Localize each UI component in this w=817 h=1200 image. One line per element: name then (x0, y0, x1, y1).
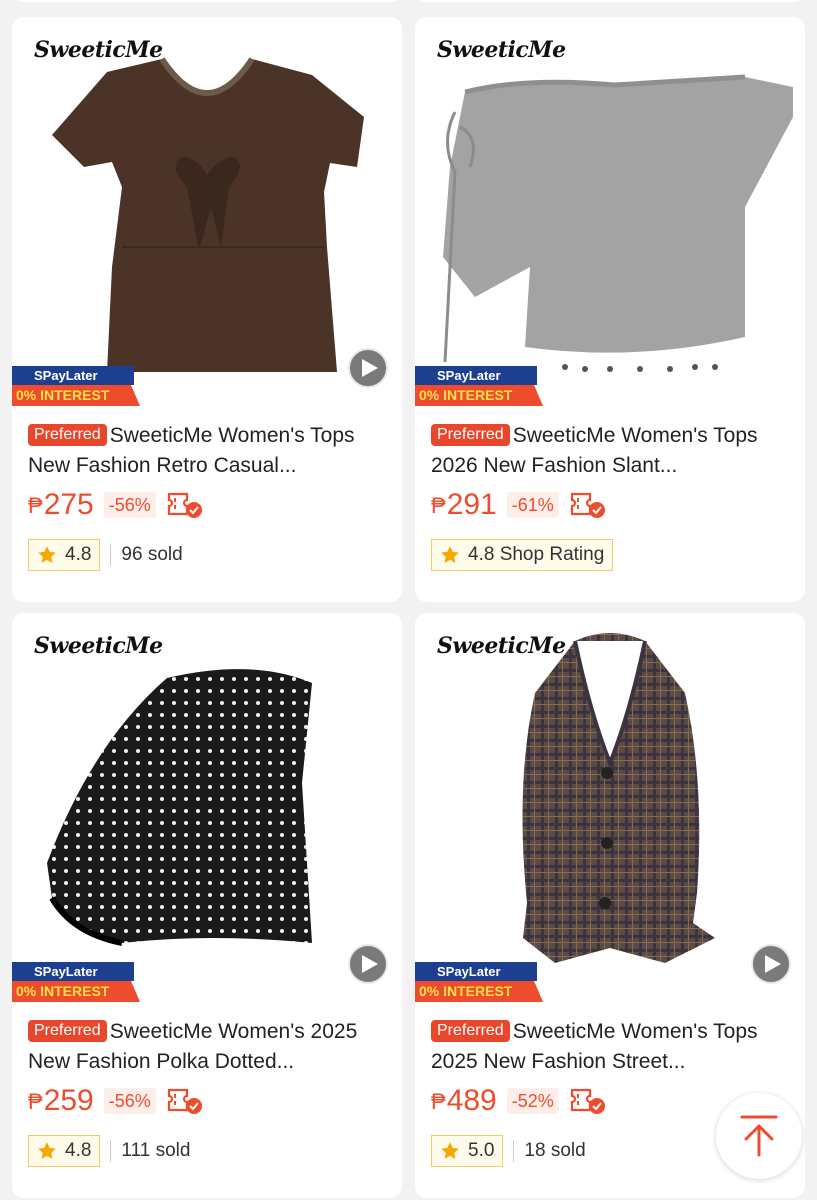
sold-count: 96 sold (121, 544, 183, 565)
preferred-badge: Preferred (28, 1020, 107, 1042)
sold-count: 18 sold (524, 1140, 586, 1161)
brand-logo: SweeticMe (437, 633, 566, 659)
discount-badge: -56% (103, 492, 156, 518)
brand-logo: SweeticMe (34, 633, 163, 659)
rating-value: 5.0 (468, 1140, 495, 1161)
divider (110, 544, 112, 566)
product-title[interactable]: Preferred SweeticMe Women's Tops 2026 New… (431, 421, 789, 481)
interest-label: 0% INTEREST (415, 981, 543, 1002)
product-card[interactable]: SweeticMe SPayLater 0% INTEREST Preferre… (12, 613, 402, 1198)
discount-badge: -52% (506, 1088, 559, 1114)
divider (110, 1140, 112, 1162)
spaylater-label: SPayLater (415, 962, 537, 981)
rating-badge: 4.8 (28, 1135, 101, 1167)
voucher-icon (570, 492, 605, 518)
spaylater-label: SPayLater (12, 366, 134, 385)
arrow-up-icon (740, 1115, 778, 1157)
plaid-halter-vest-image (522, 633, 715, 963)
rating-value: 4.8 (65, 1140, 92, 1161)
brand-logo: SweeticMe (34, 37, 163, 63)
brand-logo: SweeticMe (437, 37, 566, 63)
product-price: 259 (43, 1084, 94, 1117)
voucher-icon (167, 1088, 202, 1114)
star-icon (38, 546, 56, 563)
play-icon (764, 955, 781, 973)
rating-badge: 5.0 (431, 1135, 504, 1167)
spaylater-badge: SPayLater 0% INTEREST (415, 962, 543, 1002)
previous-card-bottom (12, 0, 402, 2)
spaylater-badge: SPayLater 0% INTEREST (12, 962, 140, 1002)
star-icon (441, 1142, 459, 1159)
spaylater-label: SPayLater (415, 366, 537, 385)
play-video-button[interactable] (348, 348, 388, 388)
star-icon (441, 546, 459, 563)
shop-rating-badge: 4.8 Shop Rating (431, 539, 614, 571)
voucher-icon (570, 1088, 605, 1114)
gray-asymmetric-top-image (443, 74, 793, 372)
rating-value: 4.8 Shop Rating (468, 544, 605, 565)
discount-badge: -56% (103, 1088, 156, 1114)
star-icon (38, 1142, 56, 1159)
interest-label: 0% INTEREST (12, 385, 140, 406)
discount-badge: -61% (506, 492, 559, 518)
play-icon (361, 955, 378, 973)
previous-card-bottom (415, 0, 805, 2)
preferred-badge: Preferred (431, 424, 510, 446)
product-image[interactable]: SweeticMe SPayLater 0% INTEREST (12, 613, 402, 1003)
product-title[interactable]: Preferred SweeticMe Women's Tops 2025 New… (431, 1017, 789, 1077)
play-video-button[interactable] (348, 944, 388, 984)
currency-symbol: ₱ (28, 493, 43, 518)
interest-label: 0% INTEREST (415, 385, 543, 406)
product-image[interactable]: SweeticMe SPayLater 0% INTEREST (415, 17, 805, 407)
product-image[interactable]: SweeticMe SPayLater 0% INTEREST (415, 613, 805, 1003)
preferred-badge: Preferred (431, 1020, 510, 1042)
rating-badge: 4.8 (28, 539, 101, 571)
back-to-top-button[interactable] (716, 1093, 802, 1179)
product-image[interactable]: SweeticMe SPayLater 0% INTEREST (12, 17, 402, 407)
sold-count: 111 sold (121, 1140, 191, 1161)
product-price: 275 (43, 488, 94, 521)
interest-label: 0% INTEREST (12, 981, 140, 1002)
voucher-icon (167, 492, 202, 518)
divider (513, 1140, 515, 1162)
spaylater-badge: SPayLater 0% INTEREST (415, 366, 543, 406)
product-price: 291 (446, 488, 497, 521)
currency-symbol: ₱ (431, 493, 446, 518)
spaylater-label: SPayLater (12, 962, 134, 981)
currency-symbol: ₱ (431, 1089, 446, 1114)
brown-tshirt-image (52, 57, 364, 372)
play-icon (361, 359, 378, 377)
polka-dot-top-image (47, 669, 312, 946)
preferred-badge: Preferred (28, 424, 107, 446)
product-price: 489 (446, 1084, 497, 1117)
product-card[interactable]: SweeticMe SPayLater 0% INTEREST Preferre… (415, 17, 805, 602)
product-card[interactable]: SweeticMe SPayLater 0% INTEREST Preferre… (12, 17, 402, 602)
rating-value: 4.8 (65, 544, 92, 565)
product-title[interactable]: Preferred SweeticMe Women's 2025 New Fash… (28, 1017, 386, 1077)
currency-symbol: ₱ (28, 1089, 43, 1114)
play-video-button[interactable] (751, 944, 791, 984)
spaylater-badge: SPayLater 0% INTEREST (12, 366, 140, 406)
product-title[interactable]: Preferred SweeticMe Women's Tops New Fash… (28, 421, 386, 481)
